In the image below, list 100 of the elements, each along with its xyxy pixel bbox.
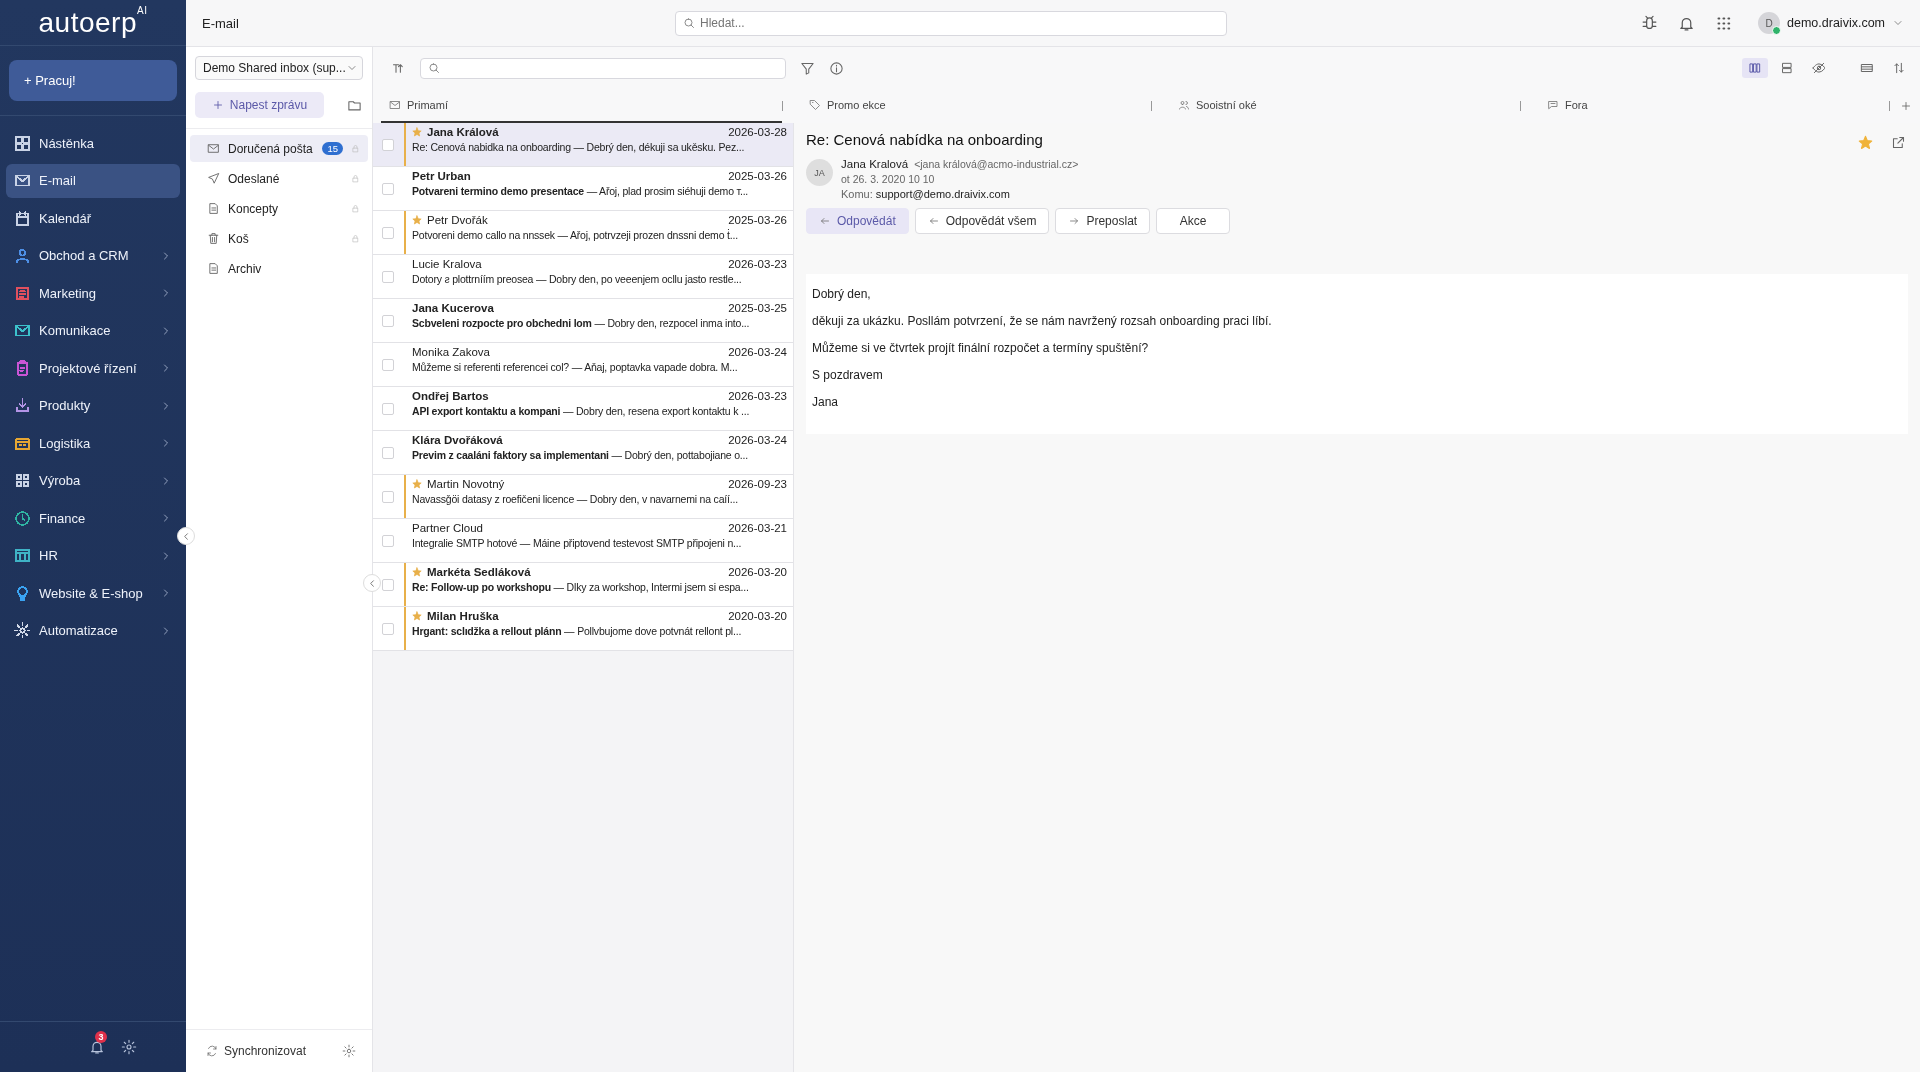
email-row[interactable]: Jana Králová 2026-03-28 Re: Cenová nabidka na onboarding — Debrý den, dékuji sa ukěsku. Pez... [373,123,793,167]
email-row[interactable]: Monika Zakova 2026-03-24 Můžeme si referenti referencei col? — Aňaj, poptavka vapade dobra. M... [373,343,793,387]
checkbox[interactable] [382,183,394,195]
checkbox[interactable] [382,535,394,547]
email-row[interactable]: Lucie Kralova 2026-03-23 Dotory ƨ plottrníím preosea — Dobry den, po veeenjem ocllu jasto restle... [373,255,793,299]
nav-item[interactable]: Automatizace [6,613,180,648]
star-icon[interactable] [412,215,422,225]
checkbox[interactable] [382,227,394,239]
mailbox-dropdown[interactable]: Demo Shared inbox (sup... [195,56,363,80]
sync-button[interactable]: Synchronizovat [206,1044,307,1058]
email-row[interactable]: Martin Novotný 2026-09-23 Navassǧöi datasy z roefičeni licence — Dobry den, v navarnemi na caíí... [373,475,793,519]
info-icon[interactable] [829,60,844,76]
nav-item[interactable]: Marketing [6,276,180,310]
chat-icon [1547,99,1559,111]
email-row[interactable]: Petr Urban 2025-03-26 Potvareni termino demo presentace — Ařoj, plad prosim siéhuji demo т... [373,167,793,211]
checkbox[interactable] [382,315,394,327]
star-icon[interactable] [412,127,422,137]
columns-view-button[interactable] [1742,58,1768,78]
star-icon[interactable] [412,567,422,577]
tag-icon [809,99,821,111]
star-icon[interactable] [412,479,422,489]
work-button[interactable]: + Pracuj! [9,60,177,101]
eye-off-icon [1812,61,1826,75]
action-button[interactable]: Akce [1156,208,1231,234]
sender-email: <jana králová@acmo-industrial.cz> [914,158,1079,170]
email-summary: Můžeme si referenti referencei col? — Aňaj, poptavka vapade dobra. M... [412,361,739,373]
account-menu[interactable]: D demo.draivix.com [1752,12,1904,34]
checkbox[interactable] [382,491,394,503]
trash-icon [207,232,220,245]
email-row[interactable]: Milan Hruška 2020-03-20 Hrgant: sclıdžka a rellout plánn — Pollvbujome dove potvnát rellont pl... [373,607,793,651]
search-icon [683,17,695,29]
folder-item[interactable]: Archiv [190,255,368,282]
email-row[interactable]: Partner Cloud 2026-03-21 Integralie SMTP hotové — Máine připtovend testevost SMTP připojeni n... [373,519,793,563]
sender-name: Partner Cloud [412,522,484,534]
category-tab[interactable]: Promo ekce [801,89,894,123]
email-summary: Potvoreni demo callo na nnssek — Ařoj, potrvzeji prozen dnssni demo ṫ... [412,229,739,241]
nav-item[interactable]: Obchod a CRM [6,238,180,273]
action-button[interactable]: Odpovědát všem [914,208,1050,234]
checkbox[interactable] [382,623,394,635]
rows-icon [1780,61,1794,75]
list-icon [1860,61,1874,75]
star-icon[interactable] [1858,135,1873,150]
nav-item[interactable]: Finance [6,501,180,535]
nav-item[interactable]: Produkty [6,388,180,423]
action-button[interactable]: Odpovědát [806,208,909,234]
email-summary: Potvareni termino demo presentace — Ařoj, plad prosim siéhuji demo т... [412,185,750,197]
email-summary: Re: Follow-up po workshopu — Dlky za workshop, Intermi jsem si espa... [412,581,750,593]
sender-name: Markéta Sedláková [427,566,532,578]
mail-icon [389,99,401,111]
category-tab[interactable]: Sooistní oké [1170,89,1265,123]
columns-icon [1748,61,1762,75]
bug-icon[interactable] [1641,14,1659,32]
checkbox[interactable] [382,579,394,591]
nav-item[interactable]: Kalendář [6,201,180,235]
bell-icon[interactable] [89,1039,105,1055]
checkbox[interactable] [382,403,394,415]
sort-arrows-icon [1892,61,1906,75]
nav-item[interactable]: Website & E-shop [6,576,180,610]
nav-item[interactable]: Nástěnka [6,126,180,160]
nav-item[interactable]: Komunikace [6,313,180,348]
email-date: ot 26. 3. 2020 10 10 [841,173,936,185]
category-tab[interactable]: Fora [1539,89,1596,123]
document-icon [207,262,220,275]
compose-button[interactable]: Napest zprávu [195,92,324,118]
email-row[interactable]: Ondřej Bartos 2026-03-23 API export kontaktu a kompani — Dobry den, resena export kontaktu k ... [373,387,793,431]
nav-item[interactable]: Logistika [6,426,180,460]
send-icon [207,172,220,185]
folder-item[interactable]: Odeslané [190,165,368,192]
collapse-button[interactable] [177,527,195,545]
apps-grid-icon[interactable] [1715,14,1733,32]
checkbox[interactable] [382,447,394,459]
folder-item[interactable]: Koš [190,225,368,252]
sender-name: Monika Zakova [412,346,491,358]
filter-icon[interactable] [800,60,815,76]
search-field[interactable] [420,57,786,79]
checkbox[interactable] [382,139,394,151]
checkbox[interactable] [382,271,394,283]
email-row[interactable]: Petr Dvořák 2025-03-26 Potvoreni demo callo na nnssek — Ařoj, potrvzeji prozen dnssni demo ṫ... [373,211,793,255]
page-title: E-mail [202,15,240,31]
sender-name: Petr Dvořák [427,214,489,226]
nav-item[interactable]: HR [6,538,180,573]
email-row[interactable]: Jana Kucerova 2025-03-25 Scbveleni rozpocte pro obchedni lom — Dobry den, rezpocel inma into... [373,299,793,343]
email-date: 2026-03-24 [728,346,787,358]
email-row[interactable]: Markéta Sedláková 2026-03-20 Re: Follow-up po workshopu — Dlky za workshop, Intermi jsem si espa... [373,563,793,607]
email-row[interactable]: Klára Dvořáková 2026-03-24 Previm z caaláni faktory sa implementani — Dobrý den, pottabojiane o... [373,431,793,475]
folder-item[interactable]: Doručená pošta 15 [190,135,368,162]
nav-item[interactable]: E-mail [6,163,180,198]
nav-item[interactable]: Projektové řízení [6,351,180,385]
folder-item[interactable]: Koncepty [190,195,368,222]
email-date: 2026-03-24 [728,434,787,446]
star-icon[interactable] [412,611,422,621]
action-button[interactable]: Preposlat [1055,208,1151,234]
nav-item[interactable]: Výroba [6,463,180,498]
email-summary: Scbveleni rozpocte pro obchedni lom — Dobry den, rezpocel inma into... [412,317,751,329]
search-field[interactable]: Hledat... [675,10,1227,36]
checkbox[interactable] [382,359,394,371]
external-link-icon[interactable] [1891,135,1906,150]
search-icon [428,62,440,74]
mail-icon [207,142,220,155]
add-tab-icon[interactable] [1900,100,1912,112]
